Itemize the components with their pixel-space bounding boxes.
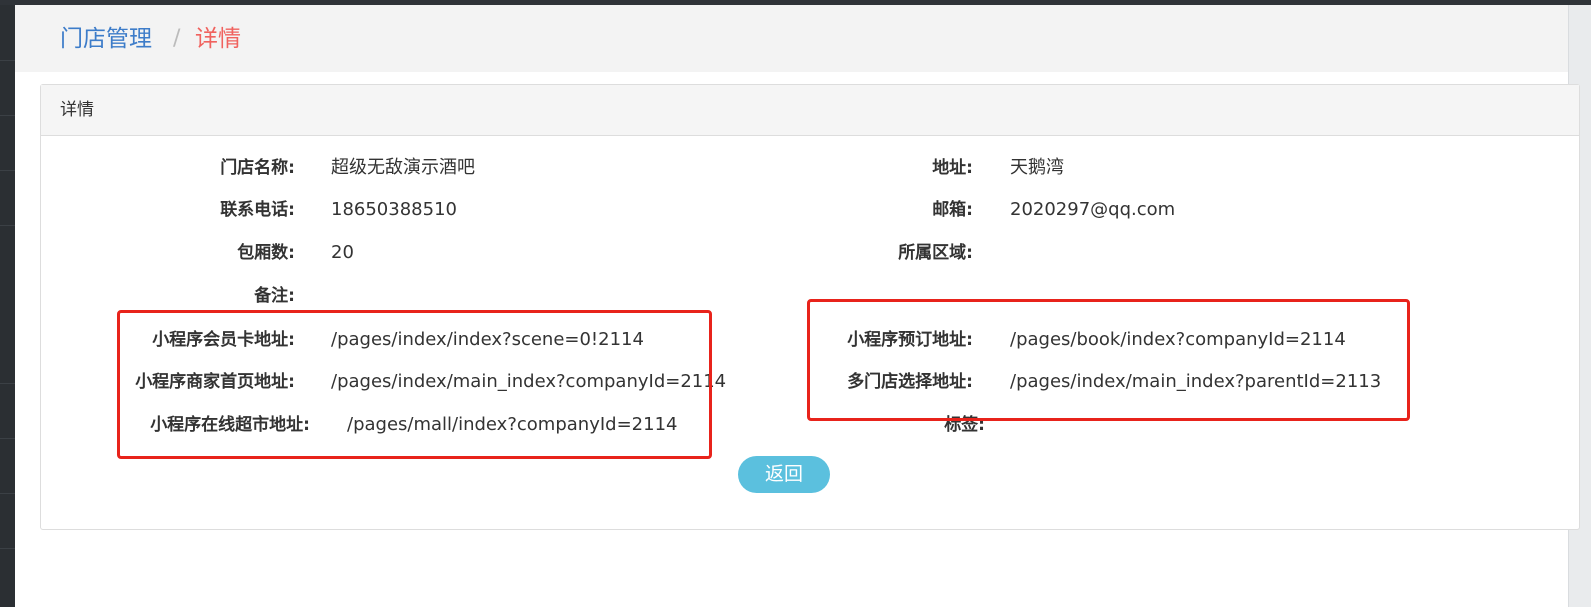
booking-url-label: 小程序预订地址: [847,330,973,350]
back-button[interactable]: 返回 [738,456,830,493]
merchant-home-url-value: /pages/index/main_index?companyId=2114 [331,371,727,392]
multi-store-url-value: /pages/index/main_index?parentId=2113 [1010,371,1382,392]
rooms-label: 包厢数: [237,243,295,263]
address-label: 地址: [932,158,973,178]
store-name-label: 门店名称: [220,158,295,178]
phone-label: 联系电话: [220,200,295,220]
breadcrumb-current: 详情 [195,26,241,52]
sidebar [0,5,15,607]
panel-header: 详情 [41,85,1579,136]
multi-store-url-label: 多门店选择地址: [847,372,973,392]
mall-url-value: /pages/mall/index?companyId=2114 [347,414,678,435]
booking-url-value: /pages/book/index?companyId=2114 [1010,329,1346,350]
rooms-value: 20 [331,242,354,263]
email-label: 邮箱: [932,200,973,220]
merchant-home-url-label: 小程序商家首页地址: [135,372,295,392]
breadcrumb-store-management[interactable]: 门店管理 [60,24,152,54]
email-value: 2020297@qq.com [1010,199,1176,220]
store-name-value: 超级无敌演示酒吧 [331,157,475,178]
mall-url-label: 小程序在线超市地址: [150,415,310,435]
phone-value: 18650388510 [331,199,457,220]
breadcrumb-separator: / [173,26,181,51]
tags-label: 标签: [944,415,985,435]
remark-label: 备注: [254,286,295,306]
breadcrumb: 门店管理 / 详情 [15,5,1568,72]
member-card-url-label: 小程序会员卡地址: [152,330,295,350]
address-value: 天鹅湾 [1010,157,1064,178]
region-label: 所属区域: [898,243,973,263]
panel-title: 详情 [60,100,94,120]
member-card-url-value: /pages/index/index?scene=0!2114 [331,329,644,350]
